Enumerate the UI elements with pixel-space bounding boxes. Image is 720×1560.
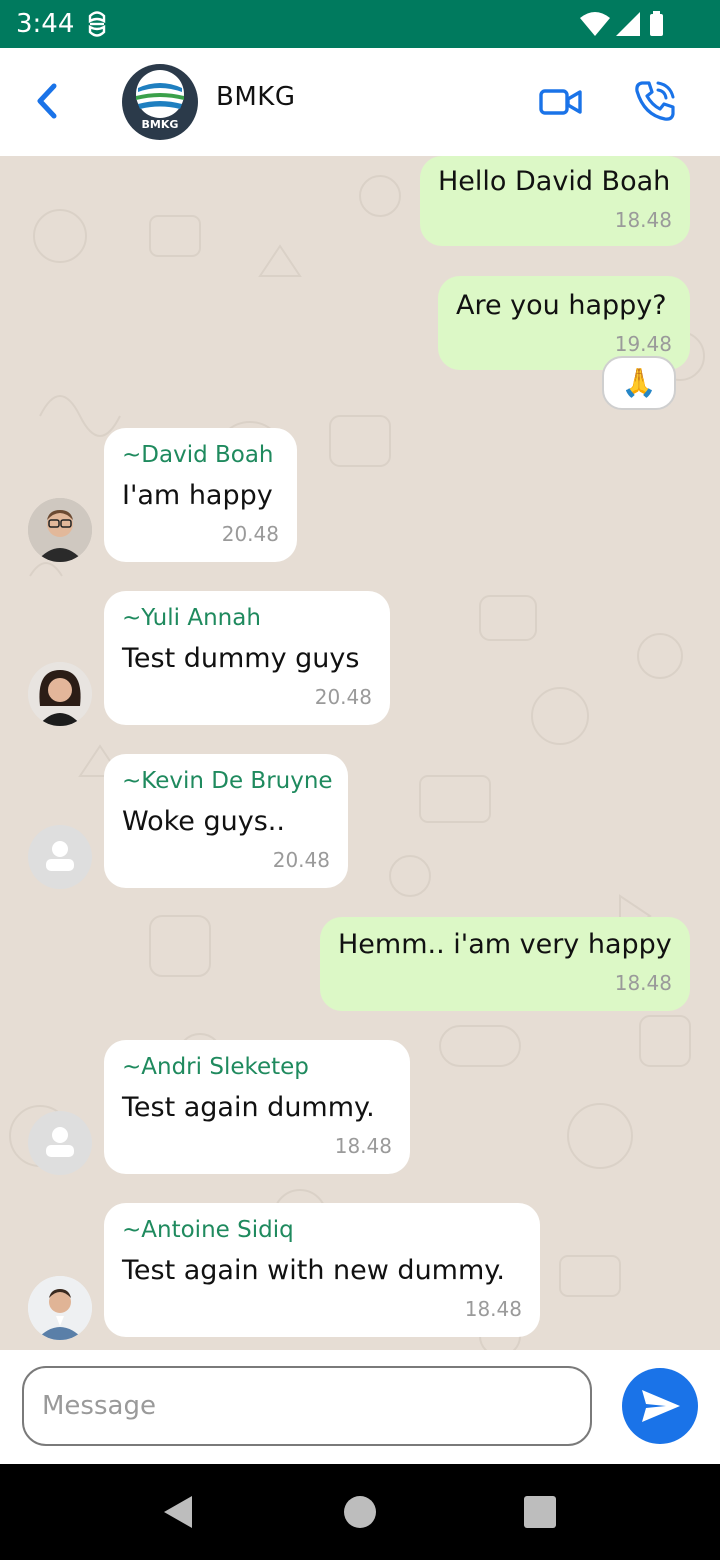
chat-area[interactable]: Hello David Boah 18.48 Are you happy? 19… [0, 156, 720, 1350]
message-bubble-incoming[interactable]: ~Andri Sleketep Test again dummy. 18.48 [104, 1040, 410, 1174]
avatar-antoine-sidiq[interactable] [28, 1276, 92, 1340]
send-button[interactable] [622, 1368, 698, 1444]
voice-call-button[interactable] [632, 78, 678, 124]
app-notification-icon [88, 11, 106, 37]
wifi-icon [580, 12, 610, 36]
sender-name: ~Andri Sleketep [122, 1054, 309, 1080]
message-time: 19.48 [614, 332, 672, 356]
status-indicators [580, 11, 663, 36]
message-text: I'am happy [122, 480, 273, 511]
message-time: 20.48 [314, 685, 372, 709]
status-bar: 3:44 [0, 0, 720, 48]
nav-home-button[interactable] [344, 1496, 376, 1528]
sender-name: ~Antoine Sidiq [122, 1217, 294, 1243]
message-text: Test again with new dummy. [122, 1255, 505, 1286]
default-user-icon [46, 1127, 74, 1157]
message-time: 18.48 [614, 971, 672, 995]
message-reaction[interactable]: 🙏 [602, 356, 676, 410]
message-text: Test dummy guys [122, 643, 360, 674]
avatar-yuli-annah[interactable] [28, 662, 92, 726]
group-avatar[interactable]: BMKG [122, 64, 198, 140]
video-call-button[interactable] [538, 84, 584, 120]
message-bubble-incoming[interactable]: ~Yuli Annah Test dummy guys 20.48 [104, 591, 390, 725]
message-text: Hello David Boah [438, 166, 671, 197]
message-text: Hemm.. i'am very happy [338, 929, 672, 960]
person-photo-icon [28, 1276, 92, 1340]
back-button[interactable] [26, 76, 66, 126]
message-time: 18.48 [464, 1297, 522, 1321]
sender-name: ~David Boah [122, 442, 274, 468]
status-time: 3:44 [16, 9, 75, 39]
message-bubble-incoming[interactable]: ~Kevin De Bruyne Woke guys.. 20.48 [104, 754, 348, 888]
chat-header: BMKG BMKG [0, 48, 720, 156]
group-logo-text: BMKG [141, 118, 179, 131]
nav-recents-button[interactable] [524, 1496, 556, 1528]
message-time: 20.48 [272, 848, 330, 872]
message-input-bar [0, 1350, 720, 1464]
avatar-david-boah[interactable] [28, 498, 92, 562]
message-text: Woke guys.. [122, 806, 285, 837]
battery-icon [650, 14, 663, 36]
message-bubble-incoming[interactable]: ~Antoine Sidiq Test again with new dummy… [104, 1203, 540, 1337]
sender-name: ~Kevin De Bruyne [122, 768, 333, 794]
message-bubble-outgoing[interactable]: Hello David Boah 18.48 [420, 156, 690, 246]
message-text: Are you happy? [456, 290, 667, 321]
group-title[interactable]: BMKG [216, 82, 295, 112]
message-time: 20.48 [221, 522, 279, 546]
send-icon [642, 1390, 680, 1422]
message-time: 18.48 [334, 1134, 392, 1158]
avatar-andri-sleketep[interactable] [28, 1111, 92, 1175]
nav-back-button[interactable] [160, 1494, 196, 1530]
sender-name: ~Yuli Annah [122, 605, 261, 631]
person-photo-icon [28, 662, 92, 726]
signal-icon [616, 12, 640, 36]
message-time: 18.48 [614, 208, 672, 232]
message-bubble-outgoing[interactable]: Hemm.. i'am very happy 18.48 [320, 917, 690, 1011]
message-input[interactable] [22, 1366, 592, 1446]
avatar-kevin-de-bruyne[interactable] [28, 825, 92, 889]
message-text: Test again dummy. [122, 1092, 375, 1123]
default-user-icon [46, 841, 74, 871]
message-bubble-incoming[interactable]: ~David Boah I'am happy 20.48 [104, 428, 297, 562]
system-navigation-bar [0, 1464, 720, 1560]
person-photo-icon [28, 498, 92, 562]
